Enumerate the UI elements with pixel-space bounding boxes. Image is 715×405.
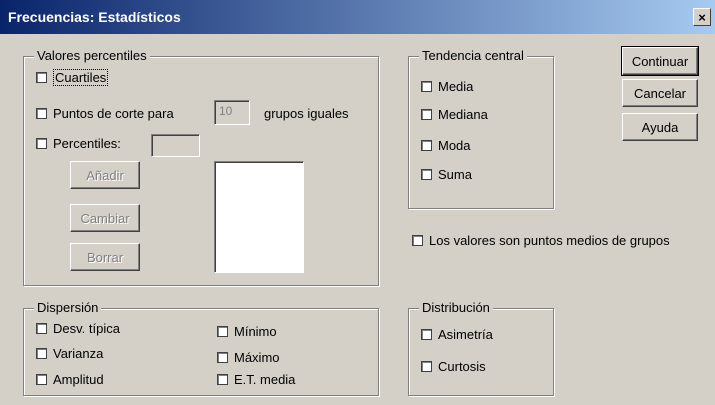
std-dev-label: Desv. típica (53, 321, 120, 336)
percentile-value-input[interactable] (151, 134, 200, 157)
percentiles-label: Percentiles: (53, 136, 121, 151)
std-dev-checkbox-box[interactable] (36, 323, 47, 334)
kurtosis-checkbox[interactable]: Curtosis (421, 359, 486, 374)
quartiles-label: Cuartiles (53, 69, 109, 86)
change-button[interactable]: Cambiar (70, 204, 140, 232)
median-checkbox[interactable]: Mediana (421, 107, 488, 122)
cut-points-checkbox-box[interactable] (36, 108, 47, 119)
group-midpoints-checkbox[interactable]: Los valores son puntos medios de grupos (412, 233, 670, 248)
se-mean-label: E.T. media (234, 372, 296, 387)
minimum-checkbox-box[interactable] (217, 326, 228, 337)
mean-label: Media (438, 79, 474, 94)
maximum-checkbox[interactable]: Máximo (217, 350, 280, 365)
distribution-legend: Distribución (419, 300, 493, 315)
maximum-label: Máximo (234, 350, 280, 365)
se-mean-checkbox-box[interactable] (217, 374, 228, 385)
variance-checkbox-box[interactable] (36, 348, 47, 359)
sum-label: Suma (438, 167, 472, 182)
sum-checkbox-box[interactable] (421, 169, 432, 180)
mean-checkbox-box[interactable] (421, 81, 432, 92)
median-label: Mediana (438, 107, 488, 122)
cancel-button[interactable]: Cancelar (622, 79, 698, 107)
percentile-list[interactable] (214, 161, 304, 273)
mean-checkbox[interactable]: Media (421, 79, 473, 94)
skewness-checkbox[interactable]: Asimetría (421, 327, 493, 342)
percentile-values-legend: Valores percentiles (34, 48, 150, 63)
minimum-checkbox[interactable]: Mínimo (217, 324, 277, 339)
median-checkbox-box[interactable] (421, 109, 432, 120)
variance-checkbox[interactable]: Varianza (36, 346, 103, 361)
group-midpoints-label: Los valores son puntos medios de grupos (429, 233, 670, 248)
skewness-checkbox-box[interactable] (421, 329, 432, 340)
cut-points-label: Puntos de corte para (53, 106, 174, 121)
se-mean-checkbox[interactable]: E.T. media (217, 372, 295, 387)
range-checkbox[interactable]: Amplitud (36, 372, 104, 387)
mode-label: Moda (438, 138, 471, 153)
range-label: Amplitud (53, 372, 104, 387)
mode-checkbox-box[interactable] (421, 140, 432, 151)
mode-checkbox[interactable]: Moda (421, 138, 471, 153)
quartiles-checkbox[interactable]: Cuartiles (36, 69, 109, 86)
title-bar[interactable]: Frecuencias: Estadísticos × (0, 0, 715, 34)
group-midpoints-checkbox-box[interactable] (412, 235, 423, 246)
range-checkbox-box[interactable] (36, 374, 47, 385)
skewness-label: Asimetría (438, 327, 493, 342)
dispersion-legend: Dispersión (34, 300, 102, 315)
continue-button[interactable]: Continuar (621, 46, 699, 76)
variance-label: Varianza (53, 346, 104, 361)
quartiles-checkbox-box[interactable] (36, 72, 47, 83)
percentiles-checkbox[interactable]: Percentiles: (36, 136, 121, 151)
central-tendency-legend: Tendencia central (419, 48, 527, 63)
close-button[interactable]: × (693, 8, 711, 26)
sum-checkbox[interactable]: Suma (421, 167, 472, 182)
remove-button[interactable]: Borrar (70, 243, 140, 271)
kurtosis-checkbox-box[interactable] (421, 361, 432, 372)
add-button[interactable]: Añadir (70, 161, 140, 189)
distribution-group: Distribución (408, 300, 554, 396)
percentiles-checkbox-box[interactable] (36, 138, 47, 149)
kurtosis-label: Curtosis (438, 359, 486, 374)
help-button[interactable]: Ayuda (622, 113, 698, 141)
maximum-checkbox-box[interactable] (217, 352, 228, 363)
groups-count-input[interactable]: 10 (214, 100, 250, 125)
dialog-window: Frecuencias: Estadísticos × Valores perc… (0, 0, 715, 405)
std-dev-checkbox[interactable]: Desv. típica (36, 321, 120, 336)
window-title: Frecuencias: Estadísticos (8, 9, 181, 25)
equal-groups-label: grupos iguales (264, 106, 349, 121)
cut-points-checkbox[interactable]: Puntos de corte para (36, 106, 174, 121)
minimum-label: Mínimo (234, 324, 277, 339)
